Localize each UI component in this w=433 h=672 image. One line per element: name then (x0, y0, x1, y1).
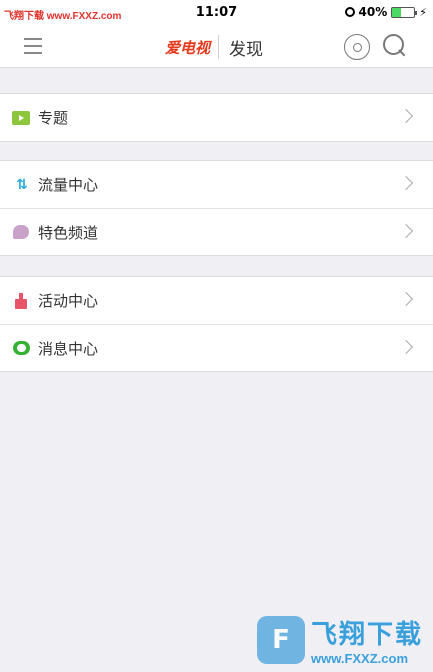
status-bar: 飞翔下载 www.FXXZ.com 11:07 40% ⚡ (0, 0, 433, 26)
group-activity: 活动中心 消息中心 (0, 276, 433, 372)
remote-control-icon[interactable] (344, 34, 370, 60)
list-item-label: 流量中心 (38, 176, 99, 194)
page-title: 发现 (229, 39, 264, 60)
chevron-right-icon (398, 291, 414, 307)
traffic-icon: ⇅ (16, 176, 28, 193)
logo-divider (218, 35, 220, 59)
search-icon[interactable] (383, 34, 407, 58)
list-item-message-center[interactable]: 消息中心 (0, 324, 433, 371)
battery-percent: 40% (358, 5, 388, 19)
chevron-right-icon (398, 223, 414, 239)
chevron-right-icon (398, 339, 414, 355)
list-item-label: 消息中心 (38, 339, 99, 358)
chevron-right-icon (398, 175, 414, 191)
chevron-right-icon (398, 108, 414, 124)
list-item-label: 专题 (38, 109, 69, 127)
status-right: 40% ⚡ (344, 5, 427, 19)
logo-mark: 爱电视 (165, 38, 211, 57)
list-item-activity-center[interactable]: 活动中心 (0, 277, 433, 324)
watermark: F 飞翔下载 www.FXXZ.com (256, 614, 423, 666)
watermark-logo-icon: F (256, 616, 305, 664)
watermark-text: 飞翔下载 www.FXXZ.com (311, 614, 423, 666)
watermark-url: www.FXXZ.com (310, 651, 409, 666)
group-topics: 专题 (0, 93, 433, 142)
list-item-topics[interactable]: 专题 (0, 94, 433, 141)
alarm-icon (344, 7, 355, 17)
watermark-brand: 飞翔下载 (310, 620, 423, 650)
list-item-featured-channels[interactable]: 特色频道 (0, 208, 433, 255)
list-item-label: 特色频道 (38, 223, 99, 242)
nav-bar: 爱电视 发现 (0, 26, 433, 68)
activity-icon (12, 292, 30, 309)
battery-fill (392, 7, 402, 17)
topic-icon (12, 110, 30, 126)
charging-bolt-icon: ⚡ (419, 5, 427, 19)
list-item-traffic-center[interactable]: ⇅ 流量中心 (0, 161, 433, 208)
channel-icon (12, 224, 30, 240)
battery-icon (391, 6, 418, 18)
list-item-label: 活动中心 (38, 292, 99, 310)
hamburger-menu-icon[interactable] (24, 38, 42, 54)
group-center: ⇅ 流量中心 特色频道 (0, 160, 433, 256)
app-logo: 爱电视 发现 (165, 34, 263, 60)
message-icon (12, 340, 30, 356)
